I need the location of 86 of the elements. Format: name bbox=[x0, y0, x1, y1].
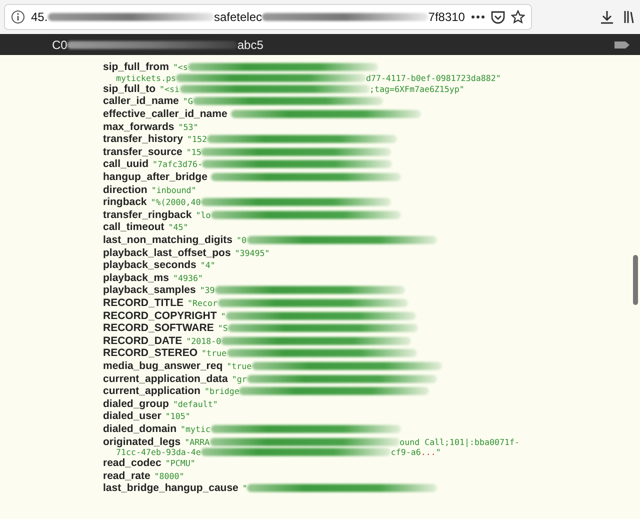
star-icon[interactable] bbox=[511, 10, 525, 24]
value-text: " bbox=[242, 483, 248, 494]
field-name: playback_ms bbox=[103, 272, 169, 284]
value-text: "7afc3d76- bbox=[152, 159, 202, 170]
value-text: " bbox=[220, 310, 226, 321]
field-name: direction bbox=[103, 184, 148, 196]
field-name: originated_legs bbox=[103, 436, 181, 448]
value-text: "105" bbox=[165, 411, 190, 422]
field-name: dialed_user bbox=[103, 410, 162, 422]
value-text: "39 bbox=[200, 285, 215, 296]
value-text: "4" bbox=[200, 260, 216, 270]
field-name: transfer_history bbox=[103, 133, 183, 146]
download-icon[interactable] bbox=[600, 10, 614, 24]
value-text: mytickets.ps bbox=[116, 73, 176, 84]
field-name: transfer_ringback bbox=[103, 208, 192, 221]
field-name: RECORD_TITLE bbox=[103, 296, 184, 309]
field-name: playback_samples bbox=[103, 284, 196, 296]
field-name: caller_id_name bbox=[103, 95, 179, 108]
value-text: "true bbox=[226, 360, 252, 371]
address-bar[interactable]: 45. safetelec 7f8310 bbox=[4, 4, 532, 30]
field-name: ringback bbox=[103, 196, 147, 208]
field-name: RECORD_COPYRIGHT bbox=[103, 310, 217, 322]
field-name: sip_full_to bbox=[103, 82, 156, 95]
field-name: playback_last_offset_pos bbox=[103, 246, 231, 259]
library-icon[interactable] bbox=[624, 10, 634, 24]
field-name: dialed_group bbox=[103, 398, 169, 410]
value-text: "45" bbox=[168, 222, 188, 232]
text-fragment: 7f8310 bbox=[428, 10, 465, 24]
value-text: "mytic bbox=[180, 424, 210, 434]
text-fragment: safetelec bbox=[214, 10, 262, 24]
field-name: RECORD_DATE bbox=[103, 334, 182, 347]
field-name: read_codec bbox=[103, 457, 162, 470]
pocket-icon[interactable] bbox=[491, 10, 505, 24]
field-name: call_uuid bbox=[103, 158, 149, 170]
field-name: call_timeout bbox=[103, 221, 164, 234]
text-fragment: 45. bbox=[31, 10, 48, 24]
field-name: RECORD_STEREO bbox=[103, 347, 198, 360]
value-text: "gr bbox=[232, 374, 247, 384]
scrollbar-thumb[interactable] bbox=[633, 255, 638, 305]
field-name: max_forwards bbox=[103, 120, 174, 133]
field-name: current_application_data bbox=[103, 372, 228, 385]
text-fragment: C0 bbox=[52, 38, 68, 52]
field-name: RECORD_SOFTWARE bbox=[103, 322, 214, 334]
text-fragment: abc5 bbox=[237, 38, 264, 52]
value-text: cf9-a6 bbox=[390, 447, 421, 458]
info-icon[interactable] bbox=[11, 10, 25, 24]
value-text: "ARRA bbox=[184, 436, 210, 447]
value-text: "39495" bbox=[234, 248, 270, 258]
field-name: last_bridge_hangup_cause bbox=[103, 482, 238, 494]
value-text: "bridge bbox=[204, 386, 240, 396]
value-text: "%(2000,40 bbox=[150, 197, 201, 208]
value-text: " bbox=[436, 447, 441, 458]
field-name: sip_full_from bbox=[103, 61, 169, 74]
truncation-ellipsis: ... bbox=[420, 447, 436, 458]
value-text: "PCMU" bbox=[165, 458, 196, 468]
value-text: "S bbox=[218, 323, 228, 334]
field-name: last_non_matching_digits bbox=[103, 234, 233, 246]
value-text: "4936" bbox=[172, 272, 203, 283]
value-text: "default" bbox=[172, 398, 218, 409]
value-text: 71cc-47eb-93da-4e bbox=[116, 447, 201, 458]
value-text: "8000" bbox=[154, 470, 184, 481]
more-icon[interactable] bbox=[471, 15, 485, 19]
field-name: current_application bbox=[103, 385, 200, 398]
field-name: dialed_domain bbox=[103, 422, 177, 435]
value-text: "0 bbox=[236, 235, 247, 246]
value-text: "<si bbox=[160, 84, 180, 94]
value-text: "true bbox=[202, 348, 226, 358]
value-text: d77-4117-b0ef-0981723da882" bbox=[366, 73, 501, 84]
value-text: "lo bbox=[196, 210, 211, 220]
value-text: "inbound" bbox=[151, 184, 196, 195]
tag-icon[interactable] bbox=[614, 40, 630, 48]
field-name: read_rate bbox=[103, 470, 150, 482]
value-text: "152 bbox=[186, 134, 207, 144]
value-text: "53" bbox=[178, 122, 198, 132]
field-name: effective_caller_id_name bbox=[103, 108, 228, 120]
value-text: ;tag=6XFm7ae6Z15yp" bbox=[370, 84, 464, 94]
value-text: ound Call;101|:bba0071f- bbox=[400, 436, 520, 447]
value-text: "2018-0 bbox=[186, 336, 222, 346]
field-name: transfer_source bbox=[103, 146, 182, 158]
value-text: "Recor bbox=[188, 298, 218, 308]
field-name: hangup_after_bridge bbox=[103, 171, 208, 184]
value-text: "G bbox=[182, 96, 193, 106]
field-name: playback_seconds bbox=[103, 259, 196, 272]
value-text: "15 bbox=[186, 146, 202, 157]
value-text: "<s bbox=[172, 62, 188, 72]
field-name: media_bug_answer_req bbox=[103, 360, 223, 372]
